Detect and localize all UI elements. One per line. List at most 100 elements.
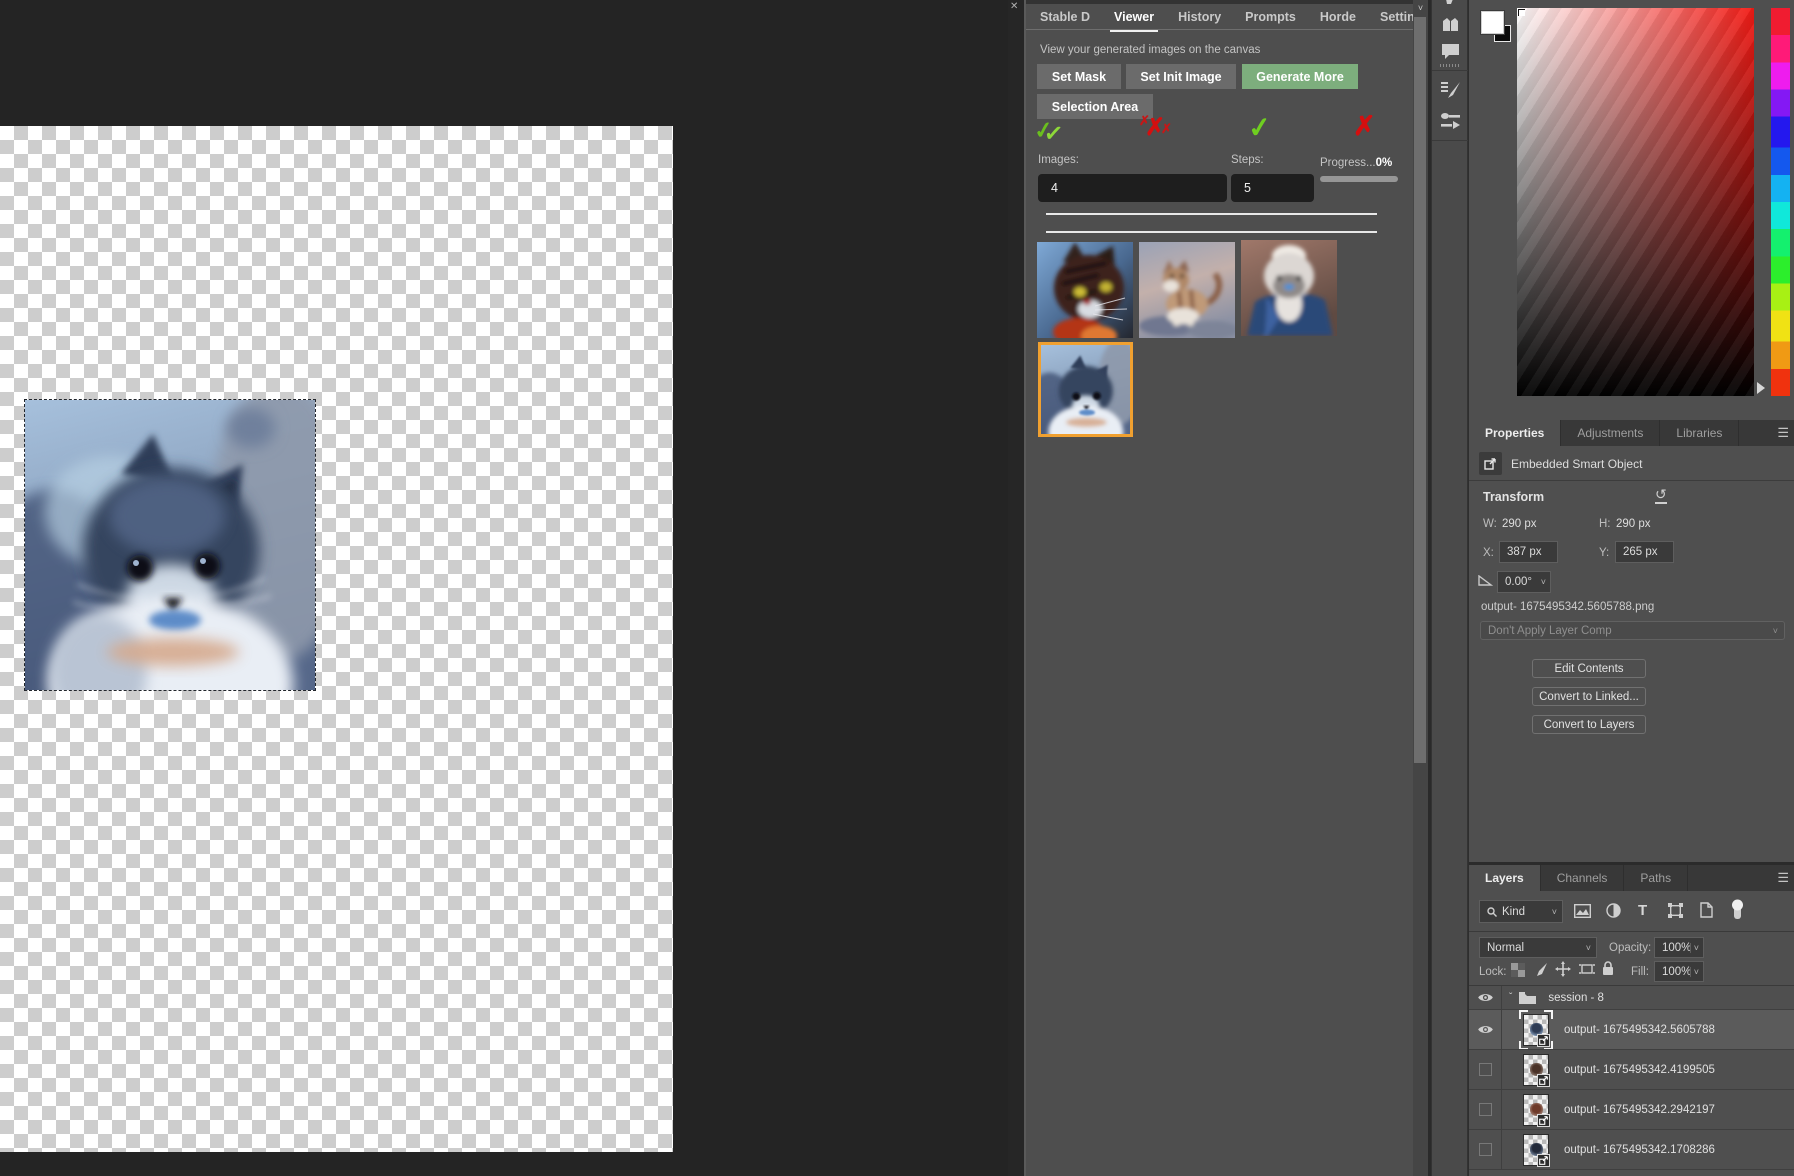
canvas-selected-smart-object[interactable] <box>25 400 315 690</box>
panel-divider-strip: ✕ <box>1008 0 1026 1176</box>
progress-label: Progress...0% <box>1320 157 1392 169</box>
panel-menu-icon[interactable]: ☰ <box>1777 420 1794 446</box>
transform-title: Transform <box>1483 490 1544 504</box>
layers-divider-1 <box>1469 931 1794 932</box>
plugin-tab-bar: Stable D Viewer History Prompts Horde Se… <box>1026 4 1413 30</box>
visibility-eye-icon[interactable] <box>1469 986 1502 1009</box>
tab-layers[interactable]: Layers <box>1469 865 1541 891</box>
filter-smart-objects-icon[interactable] <box>1700 902 1713 918</box>
layer-thumbnail[interactable] <box>1523 1134 1549 1166</box>
pen-icon[interactable] <box>1443 0 1457 6</box>
layer-filter-select[interactable]: Kind ˅ <box>1479 900 1563 923</box>
group-expand-chevron[interactable]: ˇ <box>1509 992 1512 1003</box>
tab-channels[interactable]: Channels <box>1541 865 1625 891</box>
layer-name[interactable]: output- 1675495342.5605788 <box>1564 1024 1715 1036</box>
tab-libraries[interactable]: Libraries <box>1660 420 1739 446</box>
selection-ok-icon: ✓ <box>1247 113 1273 143</box>
layers-tab-bar: Layers Channels Paths ☰ <box>1469 865 1794 891</box>
blend-mode-select[interactable]: Normal ˅ <box>1479 937 1597 958</box>
tab-stable-d[interactable]: Stable D <box>1040 10 1090 24</box>
fill-input[interactable]: 100% ˅ <box>1654 961 1704 982</box>
tab-horde[interactable]: Horde <box>1320 10 1356 24</box>
opacity-input[interactable]: 100% ˅ <box>1654 937 1704 958</box>
layer-comp-select[interactable]: Don't Apply Layer Comp ˅ <box>1480 621 1785 640</box>
init-missing-icon: ✗ ✗ ✗ <box>1139 114 1179 144</box>
layer-thumbnail[interactable] <box>1523 1014 1549 1046</box>
angle-input[interactable]: 0.00° ˅ <box>1497 571 1551 593</box>
saturation-brightness-picker[interactable] <box>1517 8 1754 396</box>
generated-thumbnail-2[interactable] <box>1139 242 1235 338</box>
scroll-up-icon[interactable]: ˅ <box>1413 0 1428 13</box>
tab-viewer[interactable]: Viewer <box>1114 10 1154 24</box>
layer-group-row[interactable]: ˇ session - 8 <box>1469 986 1794 1009</box>
generated-thumbnail-1[interactable] <box>1037 242 1133 338</box>
reset-transform-icon[interactable]: ↺ <box>1655 487 1667 504</box>
layer-name[interactable]: output- 1675495342.2942197 <box>1564 1104 1715 1116</box>
libraries-icon[interactable] <box>1442 18 1459 32</box>
edit-contents-button[interactable]: Edit Contents <box>1532 659 1646 678</box>
h-label: H: <box>1599 518 1611 530</box>
chevron-down-icon[interactable]: ˅ <box>1541 577 1546 587</box>
blue-kitten-image <box>25 400 315 690</box>
layer-name[interactable]: output- 1675495342.1708286 <box>1564 1144 1715 1156</box>
layer-name[interactable]: output- 1675495342.4199505 <box>1564 1064 1715 1076</box>
generate-more-button[interactable]: Generate More <box>1242 64 1358 89</box>
layer-row-4[interactable]: output- 1675495342.1708286 <box>1469 1129 1794 1169</box>
lock-pixels-icon[interactable] <box>1533 962 1548 977</box>
stable-diffusion-plugin-panel: Stable D Viewer History Prompts Horde Se… <box>1026 0 1413 1176</box>
comments-icon[interactable] <box>1442 44 1459 59</box>
filter-shape-layers-icon[interactable] <box>1668 903 1683 918</box>
smart-object-badge-icon <box>1537 1074 1550 1087</box>
convert-to-linked-button[interactable]: Convert to Linked... <box>1532 687 1646 706</box>
w-value: 290 px <box>1502 518 1537 530</box>
group-name[interactable]: session - 8 <box>1548 992 1604 1004</box>
lock-transparency-icon[interactable] <box>1511 963 1525 977</box>
set-init-image-button[interactable]: Set Init Image <box>1126 64 1236 89</box>
filter-pixel-layers-icon[interactable] <box>1574 904 1591 918</box>
x-input[interactable]: 387 px <box>1499 541 1558 563</box>
layer-row-2[interactable]: output- 1675495342.4199505 <box>1469 1049 1794 1089</box>
close-icon[interactable]: ✕ <box>1008 0 1024 12</box>
layer-row-1[interactable]: output- 1675495342.5605788 <box>1469 1009 1794 1049</box>
brush-settings-icon[interactable] <box>1440 80 1461 100</box>
lock-all-icon[interactable] <box>1602 961 1614 976</box>
progress-bar <box>1320 176 1398 182</box>
steps-input[interactable]: 5 <box>1231 174 1314 202</box>
generated-thumbnail-3[interactable] <box>1241 240 1337 336</box>
divider-line-1 <box>1046 213 1377 215</box>
tab-prompts[interactable]: Prompts <box>1245 10 1296 24</box>
visibility-toggle[interactable] <box>1469 1050 1502 1089</box>
images-input[interactable]: 4 <box>1038 174 1227 202</box>
tab-adjustments[interactable]: Adjustments <box>1561 420 1660 446</box>
plugin-scrollbar[interactable]: ˅ <box>1413 0 1428 1176</box>
lock-label: Lock: <box>1479 966 1507 978</box>
lock-position-icon[interactable] <box>1555 961 1571 977</box>
tab-paths[interactable]: Paths <box>1624 865 1688 891</box>
column-divider-1 <box>1432 70 1469 71</box>
convert-to-layers-button[interactable]: Convert to Layers <box>1532 715 1646 734</box>
filter-type-layers-icon[interactable]: T <box>1638 902 1647 919</box>
column-divider-2 <box>1432 140 1469 141</box>
tab-history[interactable]: History <box>1178 10 1221 24</box>
steps-label: Steps: <box>1231 154 1264 166</box>
layer-row-3[interactable]: output- 1675495342.2942197 <box>1469 1089 1794 1129</box>
y-input[interactable]: 265 px <box>1615 541 1674 563</box>
set-mask-button[interactable]: Set Mask <box>1037 64 1121 89</box>
panel-menu-icon[interactable]: ☰ <box>1777 865 1794 891</box>
visibility-toggle[interactable] <box>1469 1130 1502 1169</box>
w-label: W: <box>1483 518 1497 530</box>
layer-thumbnail[interactable] <box>1523 1054 1549 1086</box>
lock-artboard-icon[interactable] <box>1579 962 1595 976</box>
tab-properties[interactable]: Properties <box>1469 420 1561 446</box>
filter-adjustment-layers-icon[interactable] <box>1606 903 1621 918</box>
filter-toggle-switch[interactable] <box>1731 899 1744 920</box>
hue-slider[interactable] <box>1771 8 1790 396</box>
tool-presets-icon[interactable] <box>1440 112 1461 130</box>
visibility-eye-icon[interactable] <box>1469 1010 1502 1049</box>
visibility-toggle[interactable] <box>1469 1090 1502 1129</box>
generated-thumbnail-4-selected[interactable] <box>1038 342 1133 437</box>
scrollbar-thumb[interactable] <box>1414 17 1426 763</box>
foreground-color-swatch[interactable] <box>1481 11 1504 34</box>
layer-thumbnail[interactable] <box>1523 1094 1549 1126</box>
x-label: X: <box>1483 547 1494 559</box>
